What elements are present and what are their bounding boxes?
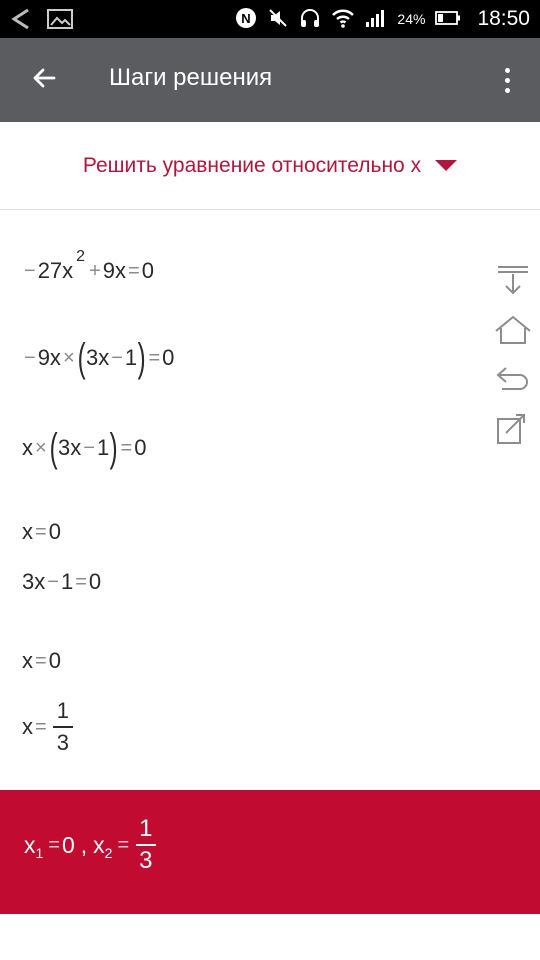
equals-sign: =	[75, 570, 87, 593]
step-actions	[490, 258, 536, 454]
gallery-icon	[46, 7, 74, 36]
home-icon[interactable]	[490, 307, 536, 353]
term: 3x	[85, 345, 110, 370]
equals-sign: =	[148, 346, 161, 369]
more-vert-icon[interactable]	[492, 58, 522, 102]
left-paren: (	[49, 426, 58, 470]
term: 3x	[22, 569, 46, 594]
equals-sign: =	[35, 649, 47, 672]
fraction: 1 3	[52, 698, 73, 756]
variable: x	[93, 831, 105, 858]
term: x	[22, 519, 33, 544]
numerator: 1	[139, 815, 153, 842]
term: 1	[124, 345, 138, 370]
page-title: Шаги решения	[109, 64, 273, 91]
term: x	[22, 714, 33, 739]
answer-panel: x 1 = 0 , x 2 = 1 3	[0, 790, 540, 914]
value: 0	[61, 831, 75, 858]
term: 1	[60, 569, 74, 594]
equals-sign: =	[48, 833, 60, 856]
plus-sign: +	[89, 259, 101, 282]
signal-icon	[365, 8, 387, 31]
step-5: 3x − 1 = 0	[22, 569, 101, 595]
battery-percent: 24%	[397, 11, 426, 27]
equals-sign: =	[120, 436, 133, 459]
equals-sign: =	[117, 833, 130, 856]
fraction: 1 3	[135, 816, 156, 874]
term: 9x	[37, 345, 61, 370]
separator: ,	[80, 831, 88, 858]
step-1: − 27x 2 + 9x = 0	[22, 248, 154, 284]
term: 27x	[37, 258, 74, 283]
term: 0	[141, 258, 154, 283]
denominator: 3	[139, 847, 153, 874]
status-bar: N 24% 18:50	[0, 0, 540, 38]
minus-sign: −	[111, 346, 123, 369]
term: x	[22, 435, 33, 460]
term: 0	[162, 345, 175, 370]
term: x	[22, 648, 33, 673]
step-2: − 9x × ( 3x − 1 ) = 0	[22, 338, 174, 378]
selector-label: Решить уравнение относительно x	[82, 153, 422, 177]
term: 1	[96, 435, 110, 460]
nfc-icon: N	[235, 7, 257, 32]
exponent: 2	[76, 248, 86, 265]
term: 0	[134, 435, 147, 460]
term: 9x	[102, 258, 127, 283]
clock: 18:50	[477, 7, 530, 30]
times-sign: ×	[62, 346, 75, 369]
undo-icon[interactable]	[490, 356, 536, 402]
app-bar: Шаги решения	[0, 38, 540, 122]
subscript: 2	[104, 845, 113, 861]
step-7: x = 1 3	[22, 698, 73, 756]
variable: x	[24, 831, 36, 858]
step-3: x × ( 3x − 1 ) = 0	[22, 428, 146, 468]
step-4: x = 0	[22, 519, 61, 545]
equals-sign: =	[35, 520, 47, 543]
mute-icon	[267, 7, 289, 32]
battery-icon	[435, 10, 461, 29]
right-paren: )	[109, 426, 118, 470]
subscript: 1	[35, 845, 44, 861]
share-icon[interactable]	[490, 405, 536, 451]
left-paren: (	[77, 336, 86, 380]
download-icon[interactable]	[490, 258, 536, 304]
minus-sign: −	[83, 436, 95, 459]
minus-sign: −	[24, 259, 36, 282]
right-paren: )	[137, 336, 146, 380]
minus-sign: −	[24, 346, 36, 369]
term: 0	[48, 519, 61, 544]
term: 0	[88, 569, 102, 594]
step-6: x = 0	[22, 648, 61, 674]
term: 3x	[58, 435, 82, 460]
equals-sign: =	[35, 715, 47, 738]
equals-sign: =	[128, 259, 140, 282]
term: 0	[48, 648, 61, 673]
svg-text:N: N	[242, 11, 251, 26]
headset-icon	[299, 7, 321, 32]
numerator: 1	[56, 698, 69, 723]
times-sign: ×	[35, 436, 47, 459]
minus-sign: −	[47, 570, 59, 593]
denominator: 3	[56, 730, 69, 755]
final-answer: x 1 = 0 , x 2 = 1 3	[24, 816, 157, 874]
fraction-bar	[135, 844, 156, 846]
solve-for-selector[interactable]: Решить уравнение относительно x	[0, 122, 540, 210]
dropdown-caret-icon	[435, 160, 458, 171]
fraction-bar	[52, 726, 73, 728]
wifi-icon	[331, 8, 355, 31]
arrow-back-icon	[31, 65, 57, 96]
back-button[interactable]	[22, 58, 66, 102]
nav-back-icon	[8, 6, 34, 37]
